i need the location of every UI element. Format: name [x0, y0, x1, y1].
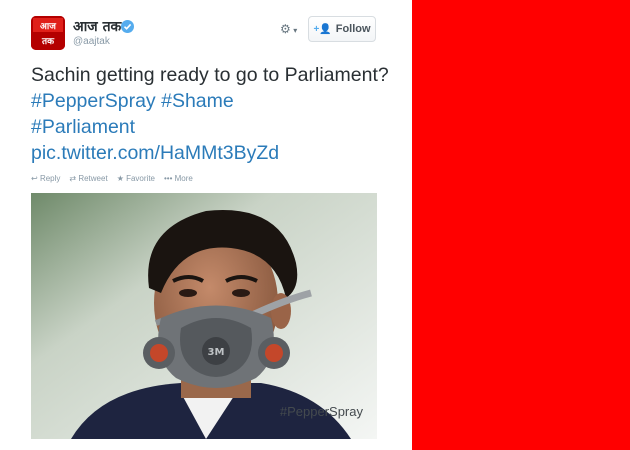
follow-label: Follow	[335, 23, 371, 35]
retweet-icon: ⇄	[69, 174, 77, 183]
tweet-card: आज तक आज तक @aajtak ⚙ ▾ +👤 Follow Sachin…	[0, 0, 410, 450]
retweet-label: Retweet	[78, 174, 108, 183]
favorite-label: Favorite	[126, 174, 155, 183]
tweet-text-plain: Sachin getting ready to go to Parliament…	[31, 64, 389, 86]
hashtag-pepperspray[interactable]: #PepperSpray	[31, 90, 156, 112]
red-side-panel	[412, 0, 630, 450]
photo-hashtag-overlay: #PepperSpray	[279, 404, 363, 419]
favorite-action[interactable]: ★ Favorite	[117, 174, 155, 183]
avatar[interactable]: आज तक	[31, 16, 65, 50]
retweet-action[interactable]: ⇄ Retweet	[69, 174, 107, 183]
mask-brand-text: 3M	[208, 347, 225, 358]
hashtag-shame[interactable]: #Shame	[161, 90, 234, 112]
verified-badge-icon	[121, 20, 134, 33]
hashtag-parliament[interactable]: #Parliament	[31, 116, 135, 138]
user-handle[interactable]: @aajtak	[73, 36, 110, 47]
star-icon: ★	[116, 174, 124, 183]
svg-text:आज: आज	[40, 22, 56, 32]
reply-action[interactable]: ↩ Reply	[31, 174, 60, 183]
tweet-photo[interactable]: 3M #PepperSpray	[31, 193, 377, 439]
reply-label: Reply	[39, 174, 61, 183]
chevron-down-icon: ▾	[290, 26, 298, 35]
add-user-icon: +👤	[313, 23, 332, 35]
reply-icon: ↩	[31, 174, 38, 183]
user-name[interactable]: आज तक	[73, 17, 121, 36]
photo-illustration: 3M	[31, 193, 377, 439]
more-action[interactable]: ••• More	[164, 174, 193, 183]
ellipsis-icon: •••	[164, 174, 173, 183]
tweet-text: Sachin getting ready to go to Parliament…	[31, 62, 401, 166]
more-label: More	[174, 174, 193, 183]
gear-icon[interactable]: ⚙ ▾	[280, 22, 297, 36]
svg-text:तक: तक	[41, 37, 55, 47]
tweet-actions: ↩ Reply ⇄ Retweet ★ Favorite ••• More	[31, 174, 193, 183]
photo-link[interactable]: pic.twitter.com/HaMMt3ByZd	[31, 142, 279, 164]
follow-button[interactable]: +👤 Follow	[308, 16, 376, 42]
